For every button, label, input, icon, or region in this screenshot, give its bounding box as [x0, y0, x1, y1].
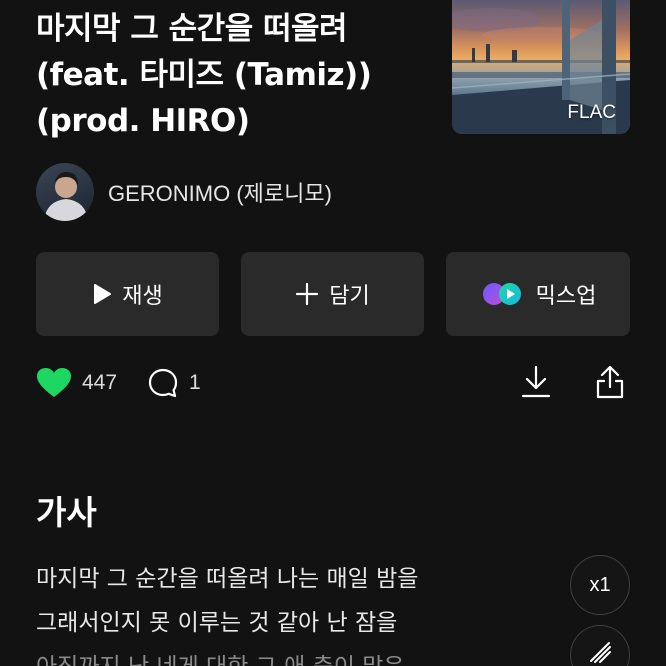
- comment-count: 1: [189, 371, 201, 394]
- add-button[interactable]: 담기: [241, 252, 424, 336]
- download-button[interactable]: [516, 364, 556, 404]
- share-button[interactable]: [590, 364, 630, 404]
- stats-row: 447 1: [36, 363, 201, 403]
- avatar-image: [44, 171, 88, 221]
- song-title-line: (feat. 타미즈 (Tamiz)): [36, 57, 372, 93]
- album-art[interactable]: FLAC: [452, 0, 630, 134]
- play-icon: [92, 283, 112, 305]
- lyric-line: 아직까지 난 네게 대한 그 애 충이 많은: [36, 645, 556, 666]
- heart-icon: [36, 367, 72, 399]
- like-count: 447: [82, 371, 118, 394]
- avatar[interactable]: [36, 163, 94, 221]
- artist-name[interactable]: GERONIMO (제로니모): [108, 176, 332, 208]
- download-icon: [520, 365, 552, 403]
- comment-icon: [147, 367, 179, 399]
- lyric-line: 마지막 그 순간을 떠올려 나는 매일 밤을: [36, 566, 419, 592]
- lyric-line: 그래서인지 못 이루는 것 같아 난 잠을: [36, 610, 398, 636]
- flac-badge: FLAC: [567, 102, 616, 123]
- like-button[interactable]: 447: [36, 367, 117, 399]
- mixup-label: 믹스업: [535, 284, 597, 309]
- play-label: 재생: [122, 284, 163, 309]
- lyrics-speed-button[interactable]: x1: [570, 555, 630, 615]
- play-button[interactable]: 재생: [36, 252, 219, 336]
- add-label: 담기: [329, 284, 370, 309]
- speed-label: x1: [589, 573, 611, 596]
- song-title-line: 마지막 그 순간을 떠올려: [36, 11, 348, 47]
- lyrics-text: 마지막 그 순간을 떠올려 나는 매일 밤을 그래서인지 못 이루는 것 같아 …: [36, 557, 556, 666]
- plus-icon: [295, 282, 319, 306]
- song-title: 마지막 그 순간을 떠올려 (feat. 타미즈 (Tamiz)) (prod.…: [36, 6, 436, 144]
- comment-button[interactable]: 1: [147, 367, 201, 399]
- mixup-icon: [480, 281, 526, 307]
- mixup-button[interactable]: 믹스업: [446, 252, 630, 336]
- song-title-line: (prod. HIRO): [36, 103, 250, 139]
- lyrics-heading: 가사: [36, 493, 97, 532]
- artist-row[interactable]: GERONIMO (제로니모): [36, 163, 332, 221]
- expand-icon: [586, 638, 614, 666]
- share-icon: [594, 365, 626, 403]
- lyrics-expand-button[interactable]: [570, 625, 630, 666]
